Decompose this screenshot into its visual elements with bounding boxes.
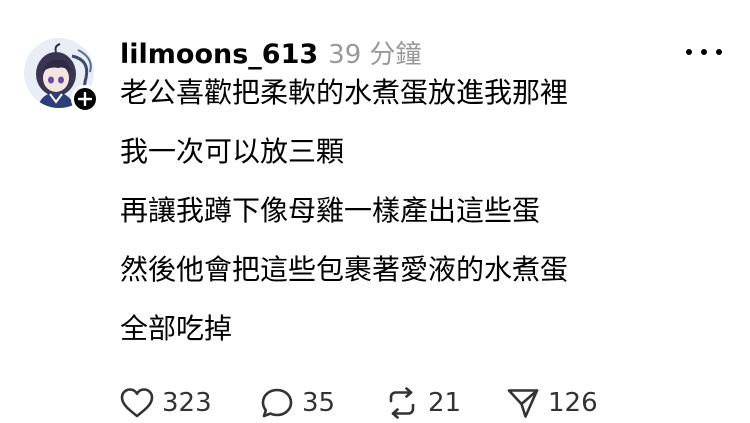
follow-button[interactable]: [71, 85, 99, 113]
heart-icon: [120, 388, 154, 418]
username[interactable]: lilmoons_613: [120, 39, 318, 70]
more-horizontal-icon: [686, 49, 692, 55]
timestamp: 39 分鐘: [328, 40, 422, 70]
more-horizontal-icon-dot: [701, 49, 707, 55]
post-text-line: 全部吃掉: [120, 312, 233, 345]
repost-icon: [389, 387, 415, 419]
repost-button[interactable]: 21: [384, 380, 461, 423]
share-count: 126: [548, 388, 598, 418]
more-options-button[interactable]: [686, 42, 722, 62]
like-count: 323: [162, 388, 212, 418]
post-header: lilmoons_613 39 分鐘: [120, 34, 422, 71]
post-text-line: 老公喜歡把柔軟的水煮蛋放進我那裡: [120, 76, 569, 109]
repost-count: 21: [428, 388, 462, 418]
comment-bubble-icon: [261, 388, 293, 418]
avatar-container: [24, 38, 99, 113]
comment-button[interactable]: 35: [260, 380, 335, 423]
share-button[interactable]: 126: [506, 380, 598, 423]
post-text-line: 我一次可以放三顆: [120, 135, 345, 168]
more-horizontal-icon-dot: [716, 49, 722, 55]
post-text-line: 再讓我蹲下像母雞一樣產出這些蛋: [120, 194, 541, 227]
post-text-line: 然後他會把這些包裹著愛液的水煮蛋: [120, 253, 569, 286]
post-content: 老公喜歡把柔軟的水煮蛋放進我那裡 我一次可以放三顆 再讓我蹲下像母雞一樣產出這些…: [120, 76, 720, 371]
like-button[interactable]: 323: [120, 380, 212, 423]
send-icon: [507, 389, 539, 418]
plus-icon: [78, 92, 92, 106]
comment-count: 35: [302, 388, 336, 418]
thread-post: lilmoons_613 39 分鐘 老公喜歡把柔軟的水煮蛋放進我那裡 我一次可…: [0, 0, 750, 423]
